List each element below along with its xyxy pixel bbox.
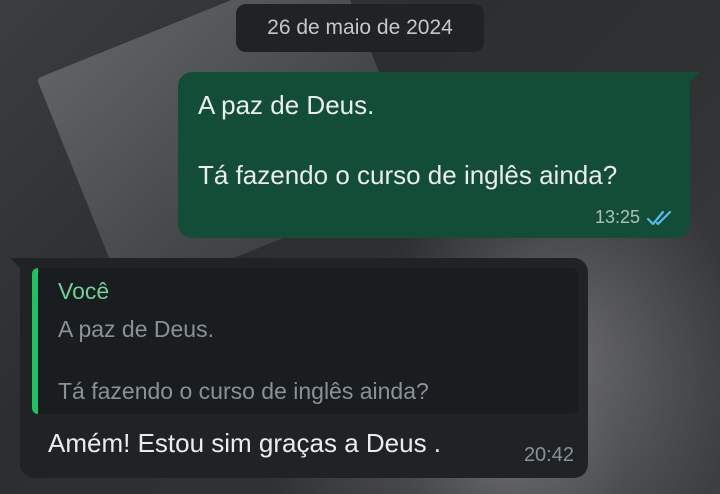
message-time: 13:25 [594,207,640,227]
bubble-tail [10,258,22,270]
outgoing-message-bubble[interactable]: A paz de Deus. Tá fazendo o curso de ing… [178,72,700,238]
quote-accent-bar [32,268,38,414]
message-time: 20:42 [523,444,574,466]
quote-text-line-2: Tá fazendo o curso de inglês ainda? [58,378,429,404]
date-separator: 26 de maio de 2024 [236,4,484,52]
incoming-message-bubble[interactable]: Você A paz de Deus. Tá fazendo o curso d… [10,258,588,478]
message-text: Amém! Estou sim graças a Deus . [48,428,442,458]
quote-author: Você [58,278,110,304]
quote-text-line-1: A paz de Deus. [58,316,214,342]
bubble-tail [688,72,700,84]
message-meta: 13:25 [595,207,674,228]
message-text-line-1: A paz de Deus. [198,90,375,120]
message-text-line-2: Tá fazendo o curso de inglês ainda? [198,160,618,190]
double-check-icon [646,209,674,227]
quoted-message[interactable]: Você A paz de Deus. Tá fazendo o curso d… [32,268,578,414]
